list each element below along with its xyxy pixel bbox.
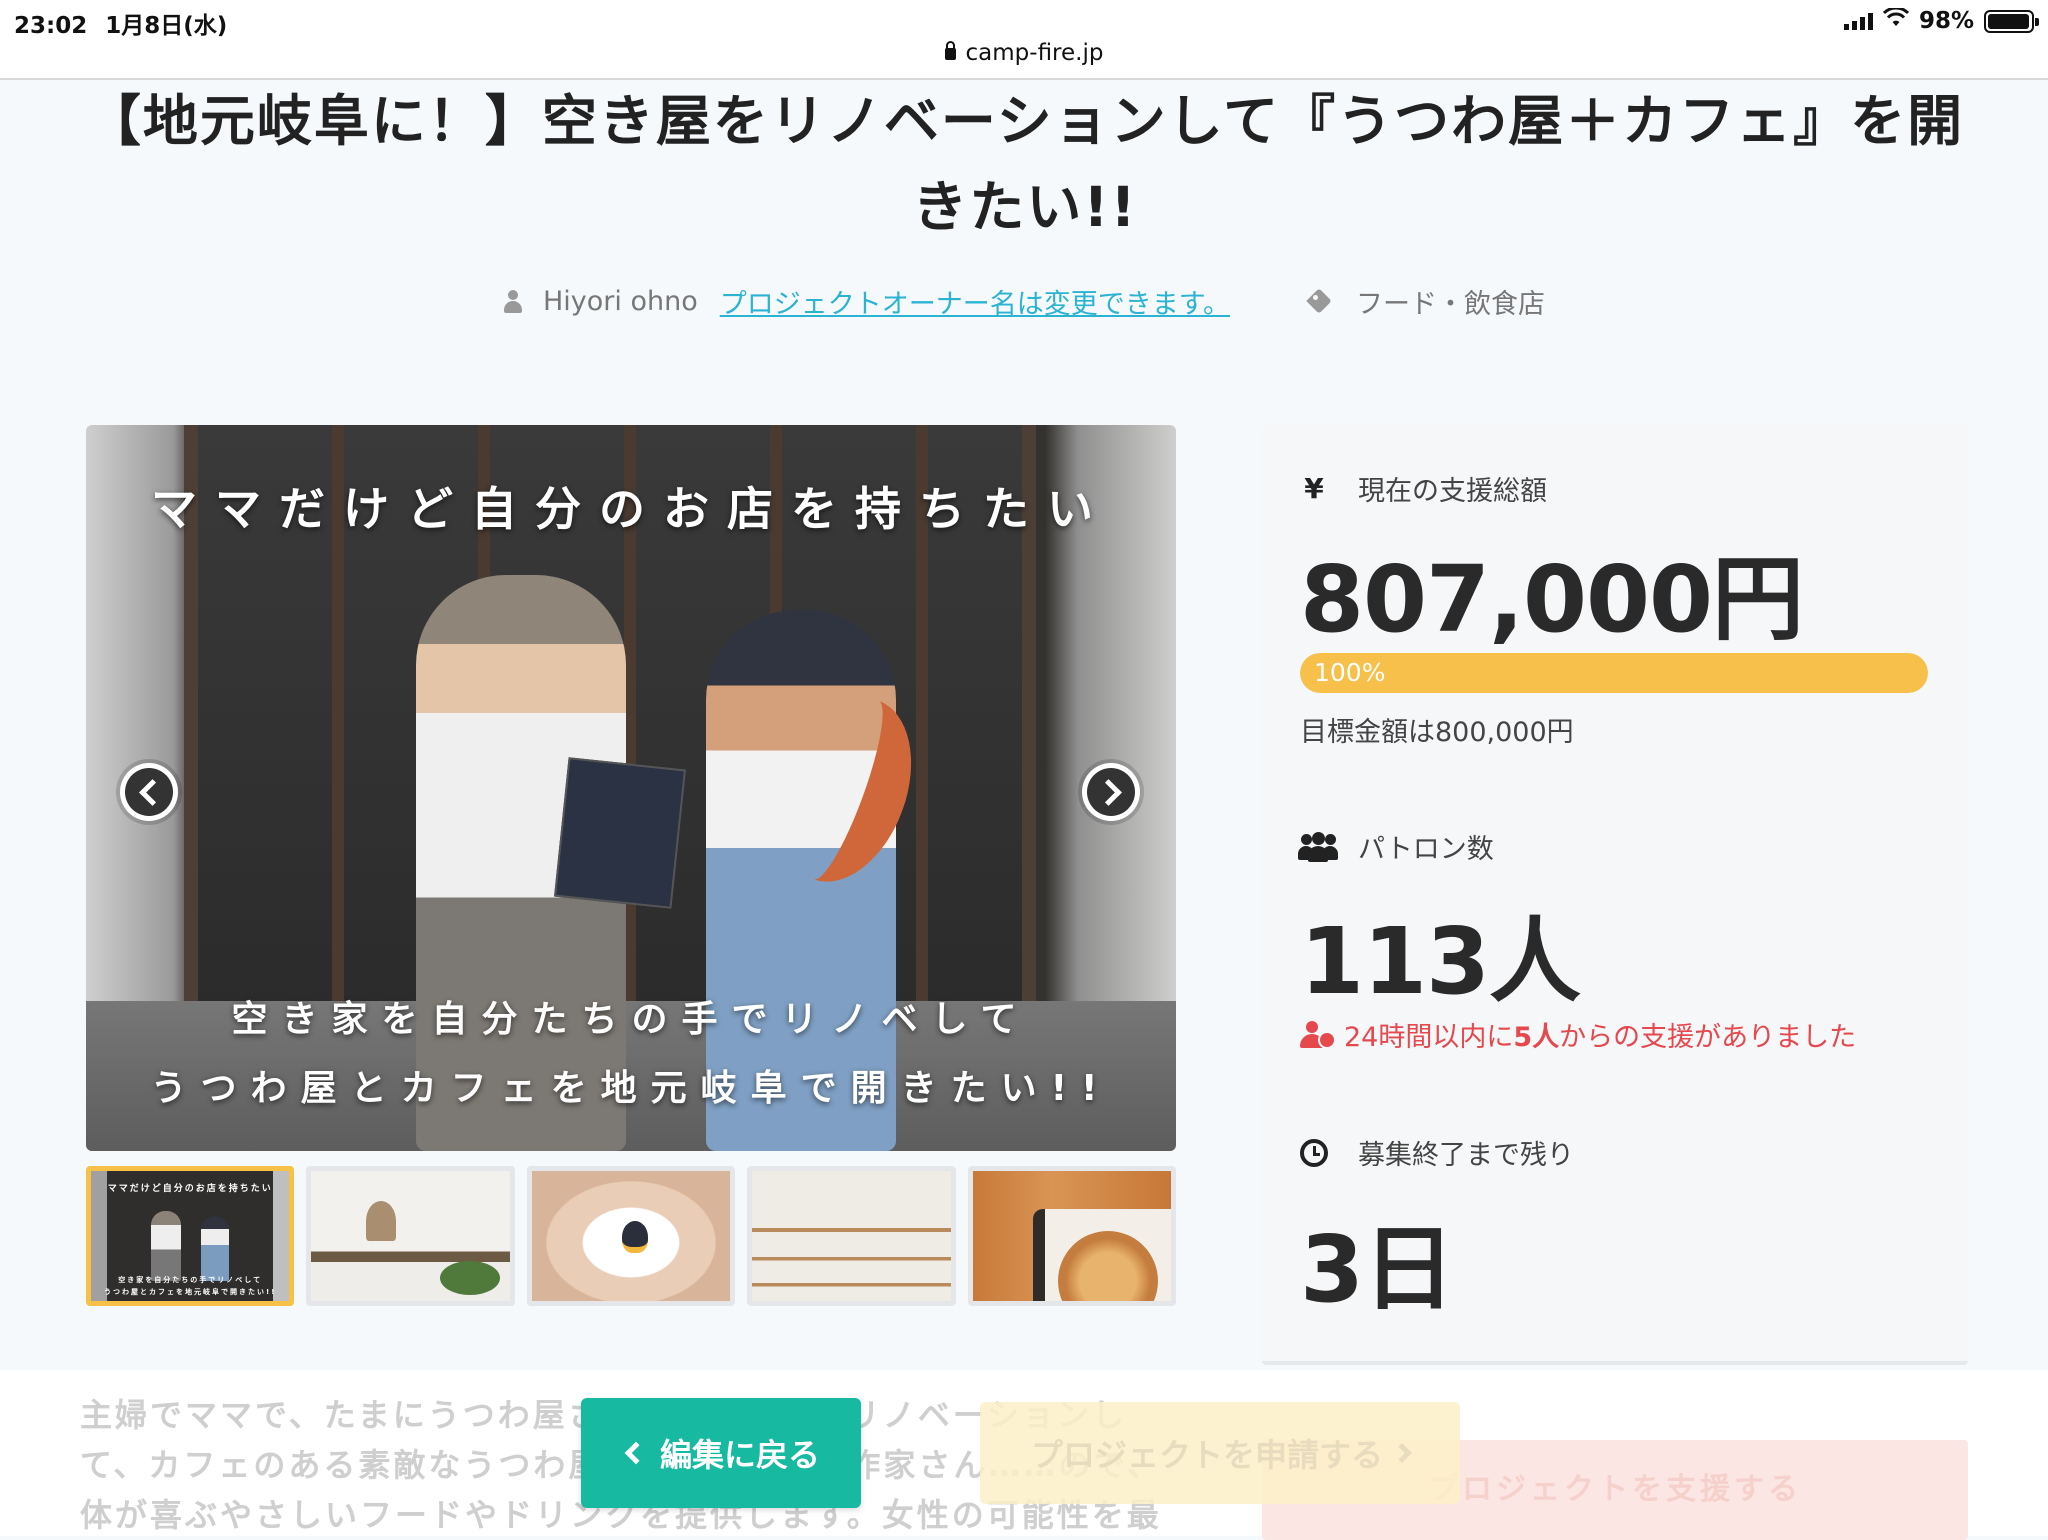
chevron-left-icon	[125, 768, 173, 816]
status-bar: 23:02 1月8日(水) 98% camp-fire.jp	[0, 0, 2048, 80]
user-icon	[503, 289, 523, 314]
apply-project-label: プロジェクトを申請する	[1030, 1436, 1383, 1474]
tag-icon	[1308, 290, 1332, 314]
battery-icon	[1984, 9, 2039, 33]
remaining-label-row: 募集終了まで残り	[1298, 1133, 1574, 1172]
status-time: 23:02 1月8日(水)	[14, 6, 227, 40]
address-bar[interactable]: camp-fire.jp	[0, 40, 2048, 66]
thumbnail-caption-line1: 空き家を自分たちの手でリノベして	[118, 1276, 263, 1284]
funding-label: 現在の支援総額	[1358, 476, 1547, 507]
url-text: camp-fire.jp	[965, 40, 1104, 66]
user-clock-icon	[1300, 1020, 1336, 1049]
funding-label-row: ¥ 現在の支援総額	[1298, 469, 1547, 508]
thumbnail-caption-top: ママだけど自分のお店を持ちたい	[107, 1184, 273, 1194]
patron-count: 113人	[1300, 908, 1581, 1015]
chevron-right-icon	[1392, 1443, 1412, 1463]
hero-caption-line2: うつわ屋とカフェを地元岐阜で開きたい!!	[150, 1068, 1112, 1109]
slider-prev-button[interactable]	[120, 763, 178, 821]
hero-caption-top: ママだけど自分のお店を持ちたい	[151, 482, 1111, 536]
recent-count: 5人	[1513, 1022, 1560, 1053]
chevron-right-icon	[1087, 768, 1135, 816]
yen-icon: ¥	[1304, 472, 1324, 505]
category-label[interactable]: フード・飲食店	[1356, 282, 1545, 321]
slider-next-button[interactable]	[1082, 763, 1140, 821]
clock-icon	[1300, 1138, 1328, 1167]
chevron-left-icon	[624, 1441, 648, 1465]
recent-suffix: からの支援がありました	[1559, 1022, 1857, 1053]
thumbnail-1[interactable]: ママだけど自分のお店を持ちたい 空き家を自分たちの手でリノベして うつわ屋とカフ…	[86, 1166, 295, 1306]
wifi-icon	[1882, 6, 1909, 34]
funding-stats-card: ¥ 現在の支援総額 807,000円 100% 目標金額は800,000円 パト…	[1262, 425, 1968, 1365]
thumbnail-image	[752, 1171, 951, 1301]
thumbnail-caption-line2: うつわ屋とカフェを地元岐阜で開きたい!!	[104, 1288, 277, 1296]
thumbnail-4[interactable]	[747, 1166, 956, 1306]
back-to-edit-label: 編集に戻る	[659, 1436, 820, 1474]
back-to-edit-button[interactable]: 編集に戻る	[581, 1398, 861, 1508]
main-image-slider[interactable]: ママだけど自分のお店を持ちたい 空き家を自分たちの手でリノベして うつわ屋とカフ…	[86, 425, 1176, 1151]
thumbnail-image	[531, 1171, 731, 1301]
page-title: 【地元岐阜に！】空き屋をリノベーションして『うつわ屋＋カフェ』を開きたい!!	[85, 89, 1965, 239]
patron-label: パトロン数	[1358, 834, 1494, 865]
recent-prefix: 24時間以内に	[1344, 1022, 1514, 1053]
clock-date: 1月8日(水)	[105, 13, 228, 39]
patron-label-row: パトロン数	[1298, 827, 1494, 866]
remaining-days: 3日	[1300, 1216, 1455, 1323]
funding-progress-bar: 100%	[1300, 653, 1928, 693]
patrons-icon	[1298, 831, 1338, 862]
clock-time: 23:02	[14, 13, 88, 39]
photo-board	[554, 757, 686, 909]
progress-fill: 100%	[1300, 653, 1928, 693]
status-indicators: 98%	[1843, 6, 2039, 36]
recent-support-notice: 24時間以内に 5人 からの支援がありました	[1300, 1015, 1856, 1054]
thumbnail-image	[972, 1171, 1172, 1301]
hero-caption-line1: 空き家を自分たちの手でリノベして	[231, 999, 1031, 1040]
thumbnail-image	[311, 1171, 510, 1301]
owner-name: Hiyori ohno	[542, 286, 698, 317]
thumbnail-strip: ママだけど自分のお店を持ちたい 空き家を自分たちの手でリノベして うつわ屋とカフ…	[86, 1166, 1177, 1306]
owner-change-link[interactable]: プロジェクトオーナー名は変更できます。	[720, 282, 1230, 321]
thumbnail-3[interactable]	[526, 1166, 736, 1306]
funding-amount: 807,000円	[1300, 546, 1804, 653]
lock-icon	[944, 41, 956, 60]
battery-percent: 98%	[1918, 8, 1974, 34]
apply-project-button[interactable]: プロジェクトを申請する	[980, 1402, 1460, 1504]
goal-amount: 目標金額は800,000円	[1300, 717, 1574, 748]
thumbnail-5[interactable]	[967, 1166, 1177, 1306]
thumbnail-2[interactable]	[306, 1166, 515, 1306]
remaining-label: 募集終了まで残り	[1358, 1140, 1574, 1171]
cellular-signal-icon	[1843, 12, 1873, 30]
project-meta: Hiyori ohno プロジェクトオーナー名は変更できます。 フード・飲食店	[0, 282, 2048, 321]
